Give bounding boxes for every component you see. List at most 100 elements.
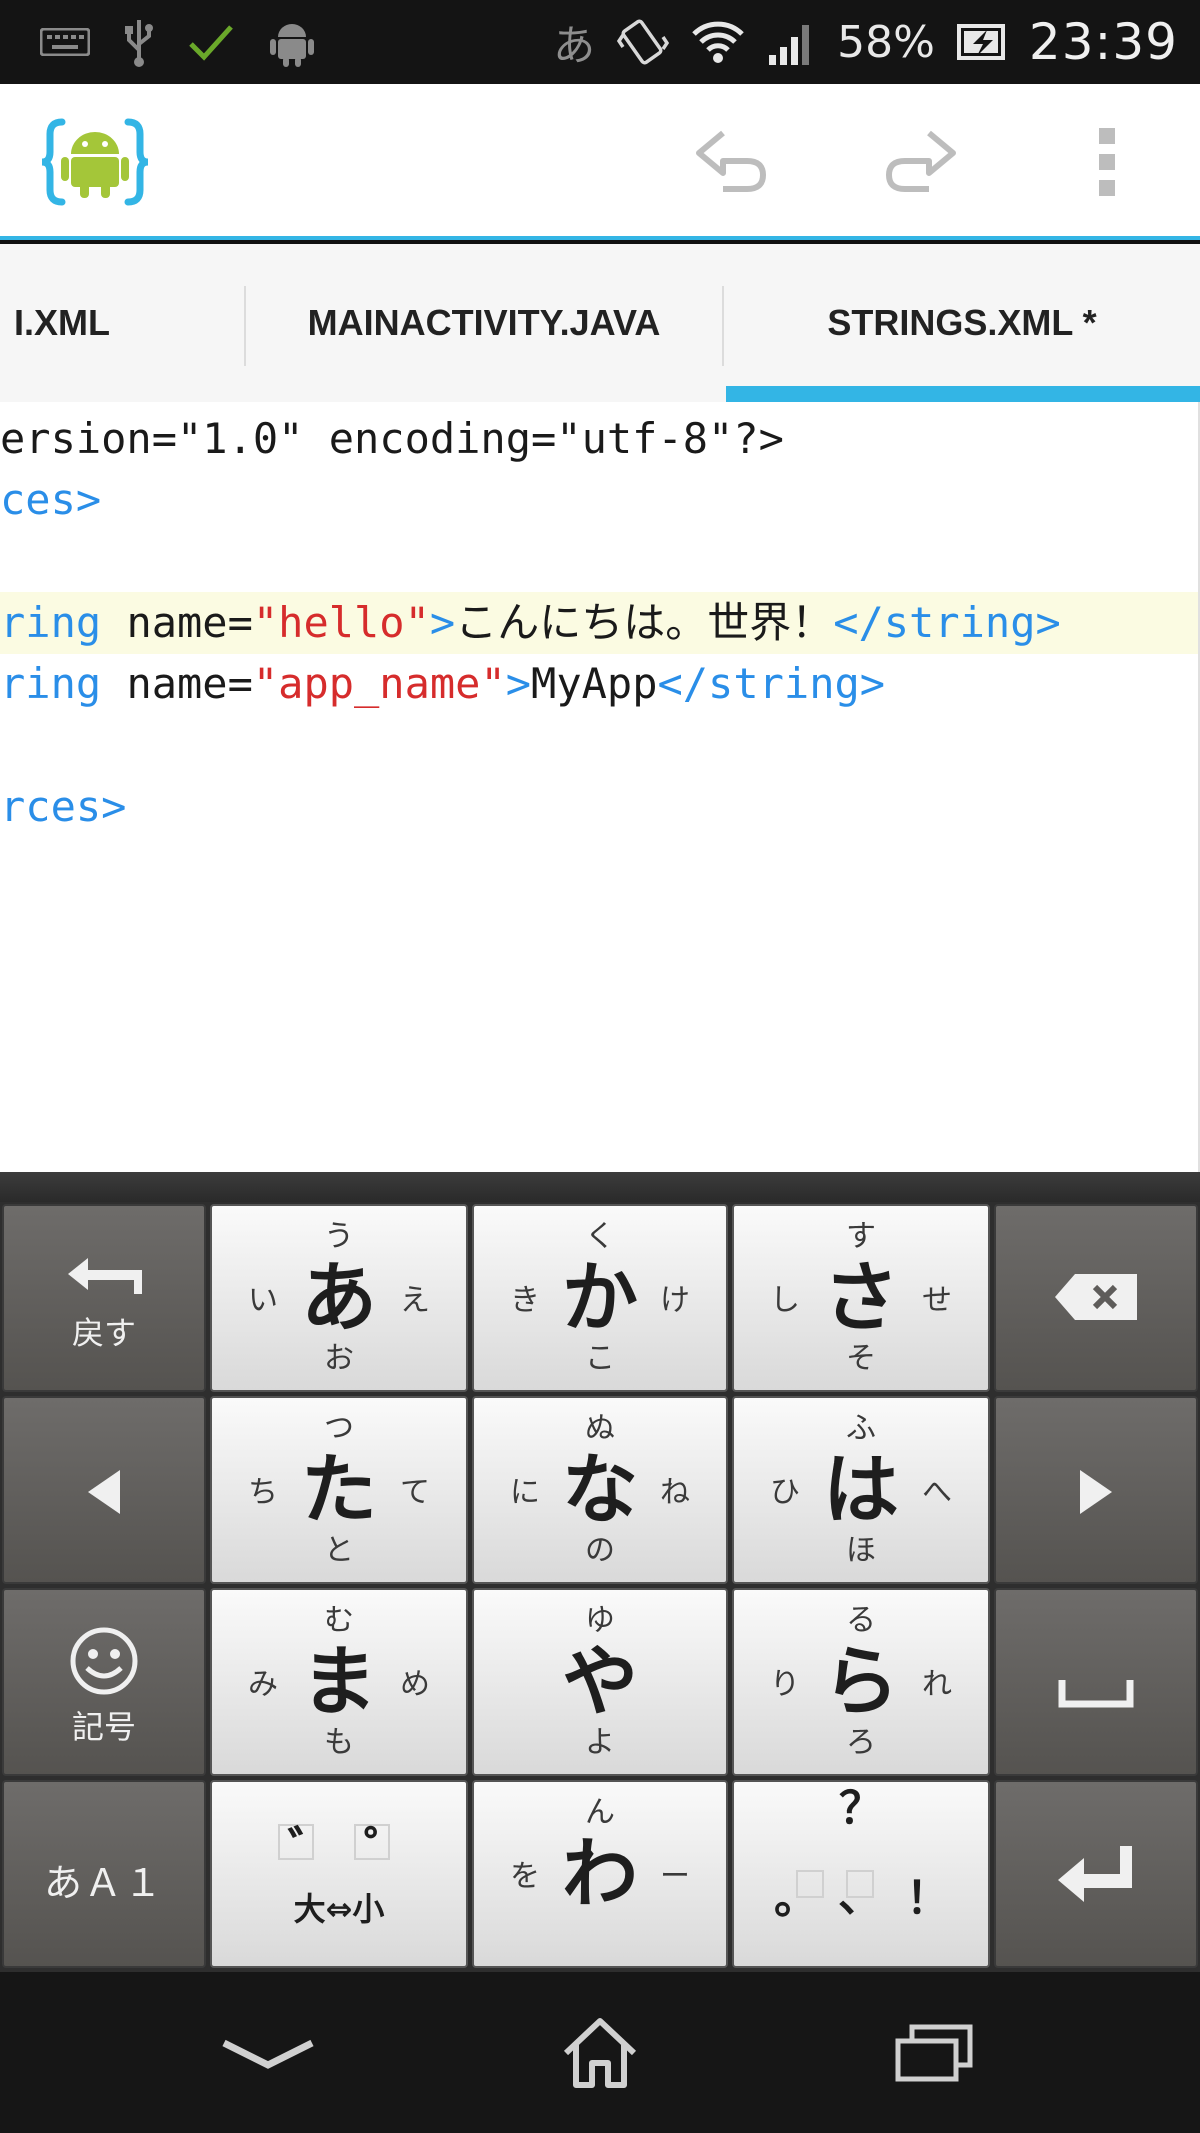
vibrate-icon	[617, 17, 670, 67]
tab-label: I.XML	[14, 302, 110, 343]
backspace-key[interactable]	[994, 1204, 1198, 1392]
code-tag: ring	[0, 598, 102, 647]
space-key[interactable]	[994, 1588, 1198, 1776]
handakuten-mark: ゜	[364, 1822, 413, 1878]
check-icon	[188, 17, 234, 67]
code-editor[interactable]: ersion="1.0" encoding="utf-8"?> ces> rin…	[0, 402, 1200, 1172]
code-tag: rces>	[0, 782, 127, 831]
key-ma[interactable]: む み ま め も	[210, 1588, 468, 1776]
flick-down: そ	[846, 1341, 876, 1376]
flick-up: う	[324, 1219, 354, 1254]
code-text: ersion="1.0" encoding="utf-8"?>	[0, 414, 784, 463]
usb-icon	[124, 17, 154, 67]
flick-down: こ	[585, 1341, 615, 1376]
input-mode-key[interactable]: あＡ１	[2, 1780, 206, 1968]
recent-apps-icon[interactable]	[874, 2008, 994, 2098]
code-text: こんにちは。世界！	[455, 598, 834, 647]
punctuation-key[interactable]: ？ 。 、 ！	[732, 1780, 990, 1968]
app-logo-icon[interactable]	[40, 116, 150, 208]
flick-right: え	[400, 1283, 430, 1318]
question-mark: ？	[839, 1783, 883, 1834]
cursor-right-key[interactable]	[994, 1396, 1198, 1584]
file-tabs: I.XML MAINACTIVITY.JAVA STRINGS.XML *	[0, 244, 1200, 402]
flick-up: ん	[585, 1795, 615, 1830]
code-string: "app_name"	[252, 659, 506, 708]
key-ya[interactable]: ゆ や よ	[472, 1588, 728, 1776]
flick-keyboard: 戻す う い あ え お く き か け こ す し さ せ そ つ ち た て…	[0, 1202, 1200, 1972]
battery-percent: 58%	[837, 16, 935, 68]
symbol-key[interactable]: 記号	[2, 1588, 206, 1776]
dakuten-mark: ゛	[288, 1822, 337, 1878]
input-mode-label: あＡ１	[43, 1861, 164, 1905]
battery-icon	[956, 17, 1007, 67]
key-ta[interactable]: つ ち た て と	[210, 1396, 468, 1584]
redo-icon[interactable]	[872, 120, 962, 204]
key-a[interactable]: う い あ え お	[210, 1204, 468, 1392]
code-tag: >	[429, 598, 456, 647]
comma-char: 、	[838, 1871, 882, 1922]
back-icon[interactable]	[208, 2008, 328, 2098]
tab-activity-main-xml[interactable]: I.XML	[0, 244, 244, 402]
overflow-menu-icon[interactable]	[1062, 120, 1152, 204]
key-sa[interactable]: す し さ せ そ	[732, 1204, 990, 1392]
tab-label: STRINGS.XML *	[827, 302, 1097, 343]
return-arrow-icon	[4, 1256, 204, 1300]
flick-down: の	[585, 1533, 615, 1568]
code-line: rces>	[0, 776, 1198, 838]
key-na[interactable]: ぬ に な ね の	[472, 1396, 728, 1584]
key-main: や	[562, 1637, 638, 1726]
flick-up: る	[846, 1603, 876, 1638]
code-text: MyApp	[531, 659, 658, 708]
left-arrow-icon	[4, 1468, 204, 1516]
flick-up: ふ	[846, 1411, 876, 1446]
clock: 23:39	[1028, 13, 1178, 71]
key-ka[interactable]: く き か け こ	[472, 1204, 728, 1392]
dakuten-key[interactable]: ゛ ゜ 大⇔小	[210, 1780, 468, 1968]
flick-down: お	[324, 1341, 354, 1376]
flick-up: く	[585, 1219, 615, 1254]
flick-down: ほ	[846, 1533, 876, 1568]
keyboard-top-edge	[0, 1172, 1200, 1202]
flick-right: せ	[922, 1283, 952, 1318]
flick-right: け	[660, 1283, 690, 1318]
navigation-bar	[0, 1972, 1200, 2133]
cursor-left-key[interactable]	[2, 1396, 206, 1584]
code-tag: </string>	[833, 598, 1061, 647]
flick-right: め	[400, 1667, 430, 1702]
undo-key[interactable]: 戻す	[2, 1204, 206, 1392]
active-tab-indicator	[726, 386, 1200, 402]
code-tag: >	[505, 659, 532, 708]
flick-up: む	[324, 1603, 354, 1638]
flick-down: と	[324, 1533, 354, 1568]
home-icon[interactable]	[540, 2008, 660, 2098]
flick-down: ろ	[846, 1725, 876, 1760]
flick-right: ー	[660, 1859, 690, 1894]
flick-down: も	[324, 1725, 354, 1760]
code-line: ring name="app_name">MyApp</string>	[0, 653, 1198, 715]
key-ra[interactable]: る り ら れ ろ	[732, 1588, 990, 1776]
tab-mainactivity-java[interactable]: MAINACTIVITY.JAVA	[246, 244, 722, 402]
flick-up: つ	[324, 1411, 354, 1446]
undo-icon[interactable]	[690, 120, 780, 204]
enter-icon	[996, 1844, 1196, 1906]
code-tag: </string>	[657, 659, 886, 708]
key-wa[interactable]: ん を わ ー	[472, 1780, 728, 1968]
exclamation-char: ！	[906, 1873, 950, 1924]
backspace-icon	[996, 1272, 1196, 1322]
code-attr: name=	[101, 659, 253, 708]
symbol-key-label: 記号	[71, 1708, 136, 1746]
case-toggle-label: 大⇔小	[293, 1890, 385, 1928]
flick-down: よ	[585, 1725, 615, 1760]
code-tag: ring	[0, 659, 102, 708]
flick-right: へ	[922, 1475, 952, 1510]
flick-right: ね	[660, 1475, 690, 1510]
flick-up: す	[846, 1219, 876, 1254]
tab-strings-xml[interactable]: STRINGS.XML *	[724, 244, 1200, 402]
key-ha[interactable]: ふ ひ は へ ほ	[732, 1396, 990, 1584]
code-line: ces>	[0, 469, 1198, 531]
android-debug-icon	[268, 17, 316, 67]
enter-key[interactable]	[994, 1780, 1198, 1968]
flick-right: て	[400, 1475, 430, 1510]
